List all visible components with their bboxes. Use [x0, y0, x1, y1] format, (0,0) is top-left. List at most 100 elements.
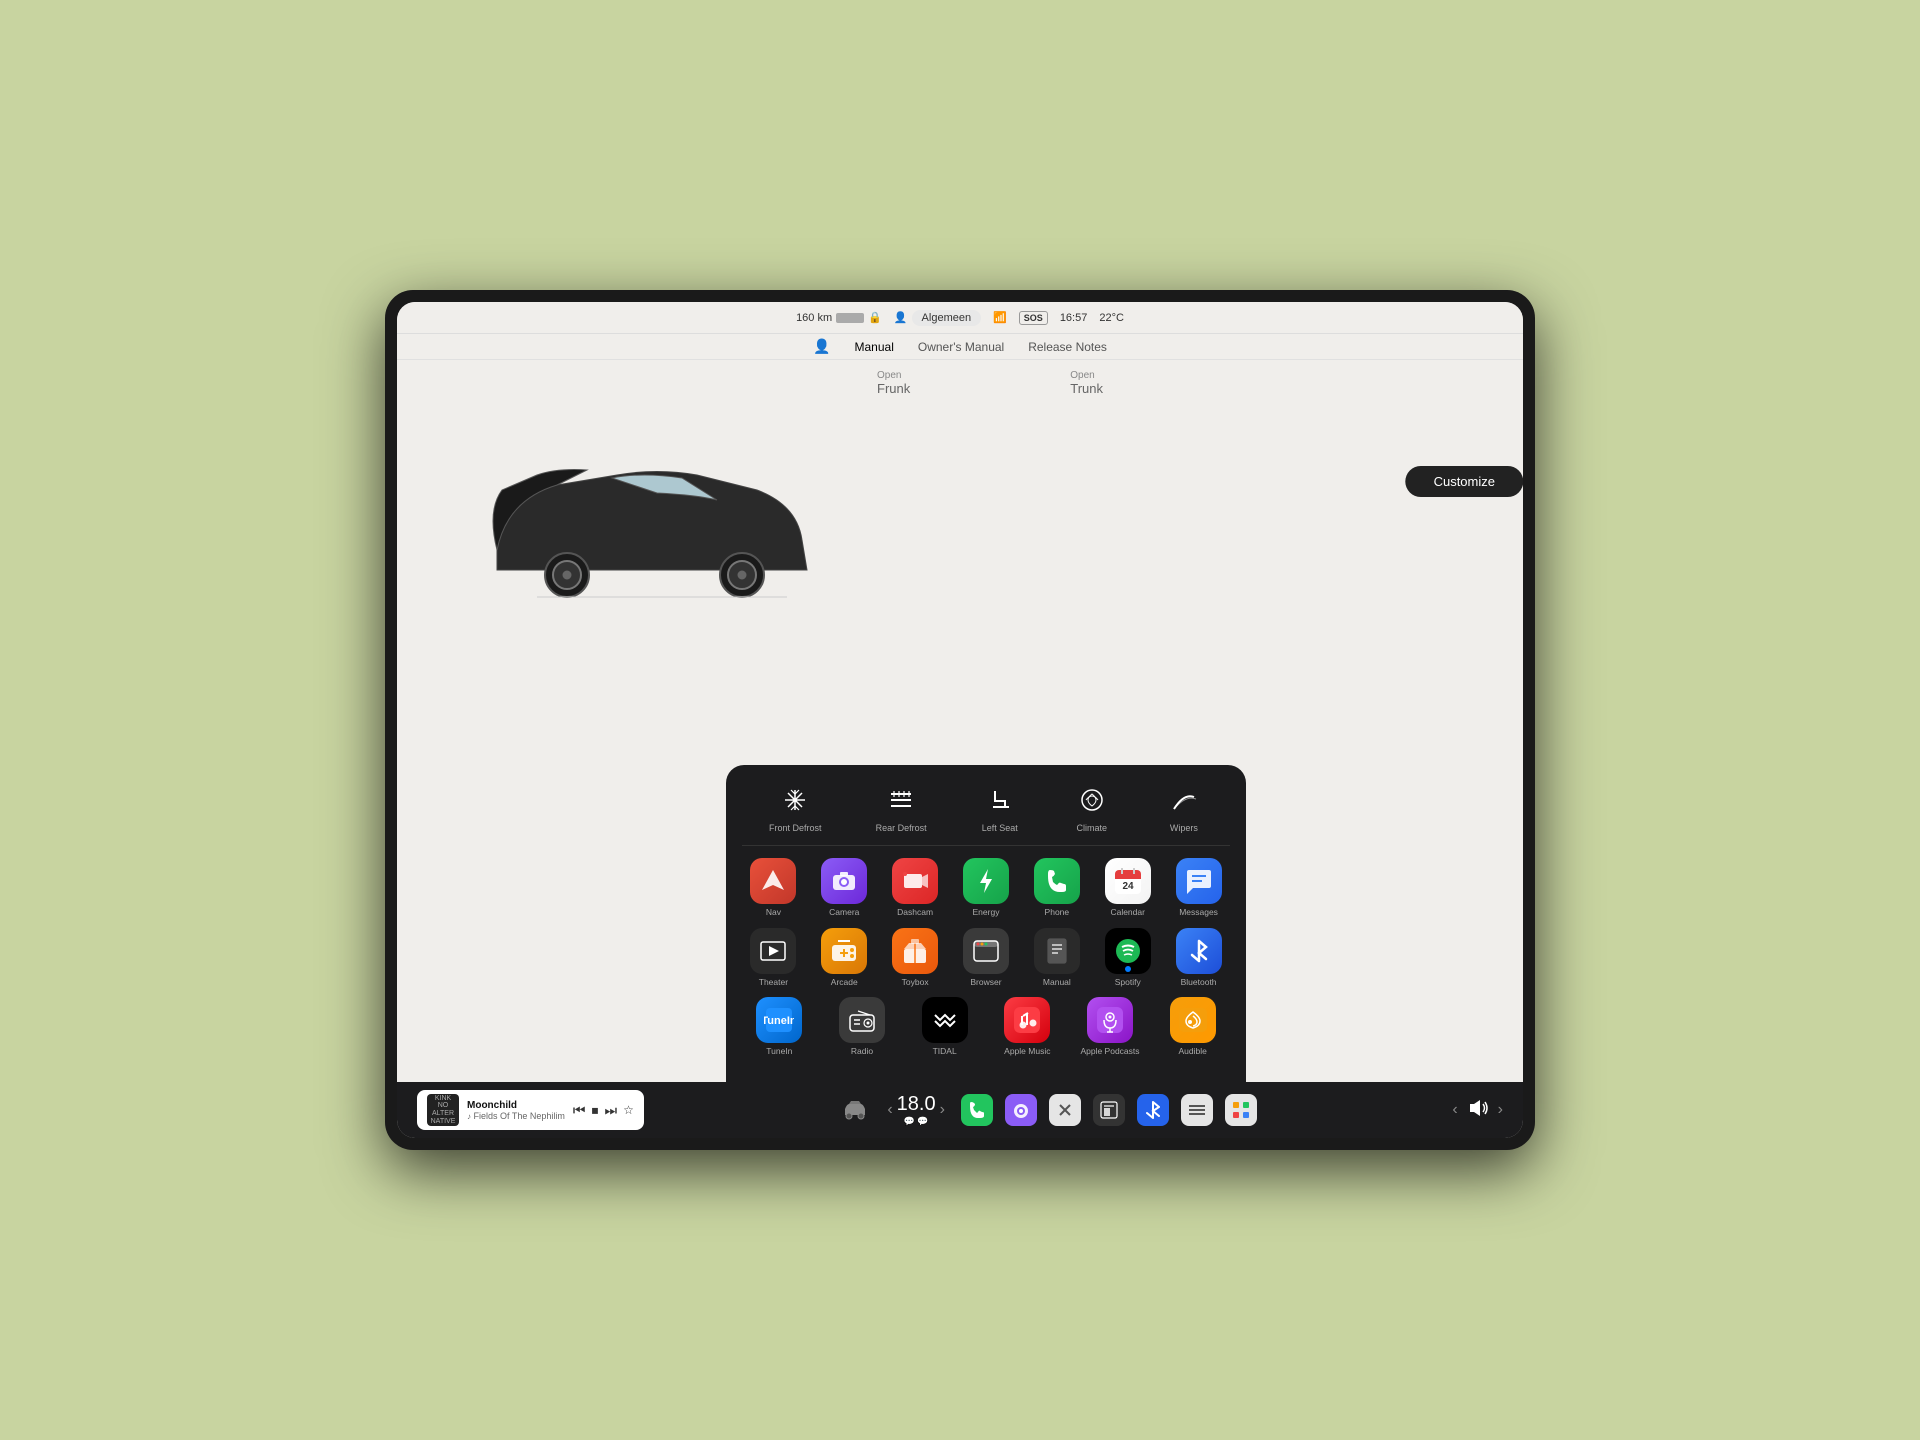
climate-label: Climate — [1077, 823, 1108, 833]
speed-sub: 💬 💬 — [897, 1116, 936, 1127]
profile-chip[interactable]: 👤 Algemeen — [894, 310, 981, 326]
nav-owners-manual[interactable]: Owner's Manual — [918, 340, 1004, 354]
rear-defrost-control[interactable]: Rear Defrost — [876, 781, 927, 833]
app-spotify[interactable]: Spotify — [1096, 928, 1159, 987]
clock: 16:57 — [1060, 312, 1088, 324]
energy-icon-bg — [963, 858, 1009, 904]
speed-decrease-button[interactable]: ‹ — [887, 1101, 892, 1119]
next-track-button[interactable]: ⏭ — [605, 1102, 618, 1119]
phone-label: Phone — [1045, 907, 1070, 917]
music-info: Moonchild ♪ Fields Of The Nephilim — [467, 1100, 565, 1121]
car-silhouette: 🔒 — [457, 400, 837, 660]
music-artist: ♪ Fields Of The Nephilim — [467, 1111, 565, 1121]
taskbar-right: ‹ › — [1452, 1098, 1503, 1123]
volume-decrease-button[interactable]: ‹ — [1452, 1101, 1457, 1119]
taskbar-left: KINKNO ALTERNATIVE Moonchild ♪ Fields Of… — [417, 1090, 644, 1130]
volume-icon[interactable] — [1466, 1098, 1490, 1123]
app-arcade[interactable]: Arcade — [813, 928, 876, 987]
speed-control: ‹ 18.0 💬 💬 › — [887, 1093, 945, 1127]
front-defrost-label: Front Defrost — [769, 823, 822, 833]
nav-manual[interactable]: Manual — [855, 340, 894, 354]
phone-taskbar-icon[interactable] — [961, 1094, 993, 1126]
front-trunk-label[interactable]: Open Frunk — [877, 370, 910, 396]
main-content: Open Frunk Open Trunk — [397, 360, 1523, 1082]
music-bar: KINKNO ALTERNATIVE Moonchild ♪ Fields Of… — [417, 1090, 644, 1130]
left-seat-icon — [981, 781, 1019, 819]
app-browser[interactable]: Browser — [955, 928, 1018, 987]
app-theater[interactable]: Theater — [742, 928, 805, 987]
radio-label: Radio — [851, 1046, 873, 1056]
app-audible[interactable]: Audible — [1155, 997, 1230, 1056]
rear-trunk-status: Open — [1070, 370, 1103, 381]
app-tunein[interactable]: TuneIn TuneIn — [742, 997, 817, 1056]
spotify-icon-bg — [1105, 928, 1151, 974]
sos-badge[interactable]: SOS — [1019, 311, 1048, 325]
arcade-label: Arcade — [831, 977, 858, 987]
app-tidal[interactable]: TIDAL — [907, 997, 982, 1056]
audible-icon-bg — [1170, 997, 1216, 1043]
speed-value: 18.0 — [897, 1093, 936, 1116]
car-status-icon[interactable] — [839, 1094, 871, 1126]
apps-taskbar-icon[interactable] — [1225, 1094, 1257, 1126]
screen-bezel: 160 km 🔒 👤 Algemeen 📶 SOS 16:57 22°C — [385, 290, 1535, 1150]
wifi-icon: 📶 — [993, 311, 1007, 324]
app-apple-music[interactable]: Apple Music — [990, 997, 1065, 1056]
app-messages[interactable]: Messages — [1167, 858, 1230, 917]
toybox-label: Toybox — [902, 977, 929, 987]
favorite-button[interactable]: ☆ — [623, 1103, 634, 1117]
stop-button[interactable]: ⏹ — [592, 1102, 599, 1119]
front-trunk-name: Frunk — [877, 381, 910, 396]
music-thumbnail: KINKNO ALTERNATIVE — [427, 1094, 459, 1126]
lock-icon: 🔒 — [868, 311, 882, 324]
left-seat-control[interactable]: Left Seat — [981, 781, 1019, 833]
energy-label: Energy — [973, 907, 1000, 917]
camera-taskbar-icon[interactable] — [1005, 1094, 1037, 1126]
app-grid-row3: TuneIn TuneIn — [742, 997, 1230, 1056]
rear-trunk-label[interactable]: Open Trunk — [1070, 370, 1103, 396]
front-defrost-control[interactable]: Front Defrost — [769, 781, 822, 833]
app-manual[interactable]: Manual — [1025, 928, 1088, 987]
app-bluetooth[interactable]: Bluetooth — [1167, 928, 1230, 987]
dashcam-icon-bg — [892, 858, 938, 904]
spotify-label: Spotify — [1115, 977, 1141, 987]
nav-label: Nav — [766, 907, 781, 917]
id-taskbar-icon[interactable] — [1093, 1094, 1125, 1126]
app-toybox[interactable]: Toybox — [884, 928, 947, 987]
list-taskbar-icon[interactable] — [1181, 1094, 1213, 1126]
volume-increase-button[interactable]: › — [1498, 1101, 1503, 1119]
app-dashcam[interactable]: Dashcam — [884, 858, 947, 917]
customize-button[interactable]: Customize — [1406, 466, 1523, 497]
temp-value: 22°C — [1099, 312, 1124, 324]
music-title: Moonchild — [467, 1100, 565, 1111]
phone-icon-bg — [1034, 858, 1080, 904]
app-energy[interactable]: Energy — [955, 858, 1018, 917]
prev-track-button[interactable]: ⏮ — [573, 1102, 586, 1119]
app-calendar[interactable]: 24 Calendar — [1096, 858, 1159, 917]
nav-release-notes[interactable]: Release Notes — [1028, 340, 1107, 354]
taskbar-center: ‹ 18.0 💬 💬 › — [839, 1093, 1257, 1127]
apple-music-label: Apple Music — [1004, 1046, 1050, 1056]
nav-icon: 👤 — [813, 338, 830, 355]
bluetooth-taskbar-icon[interactable] — [1137, 1094, 1169, 1126]
wipers-control[interactable]: Wipers — [1165, 781, 1203, 833]
range-display: 160 km 🔒 — [796, 311, 882, 324]
profile-label: Algemeen — [912, 310, 982, 326]
climate-icon — [1073, 781, 1111, 819]
app-phone[interactable]: Phone — [1025, 858, 1088, 917]
browser-label: Browser — [970, 977, 1001, 987]
app-apple-podcasts[interactable]: Apple Podcasts — [1073, 997, 1148, 1056]
climate-control[interactable]: Climate — [1073, 781, 1111, 833]
app-camera[interactable]: Camera — [813, 858, 876, 917]
calendar-icon-bg: 24 — [1105, 858, 1151, 904]
svg-text:TuneIn: TuneIn — [764, 1015, 794, 1027]
speed-increase-button[interactable]: › — [940, 1101, 945, 1119]
rear-defrost-label: Rear Defrost — [876, 823, 927, 833]
time-display: 16:57 — [1060, 312, 1088, 324]
range-value: 160 km — [796, 312, 832, 324]
app-radio[interactable]: Radio — [825, 997, 900, 1056]
bluetooth-icon-bg — [1176, 928, 1222, 974]
spotify-dot — [1125, 966, 1131, 972]
svg-text:24: 24 — [1122, 881, 1134, 892]
close-taskbar-icon[interactable] — [1049, 1094, 1081, 1126]
app-nav[interactable]: Nav — [742, 858, 805, 917]
